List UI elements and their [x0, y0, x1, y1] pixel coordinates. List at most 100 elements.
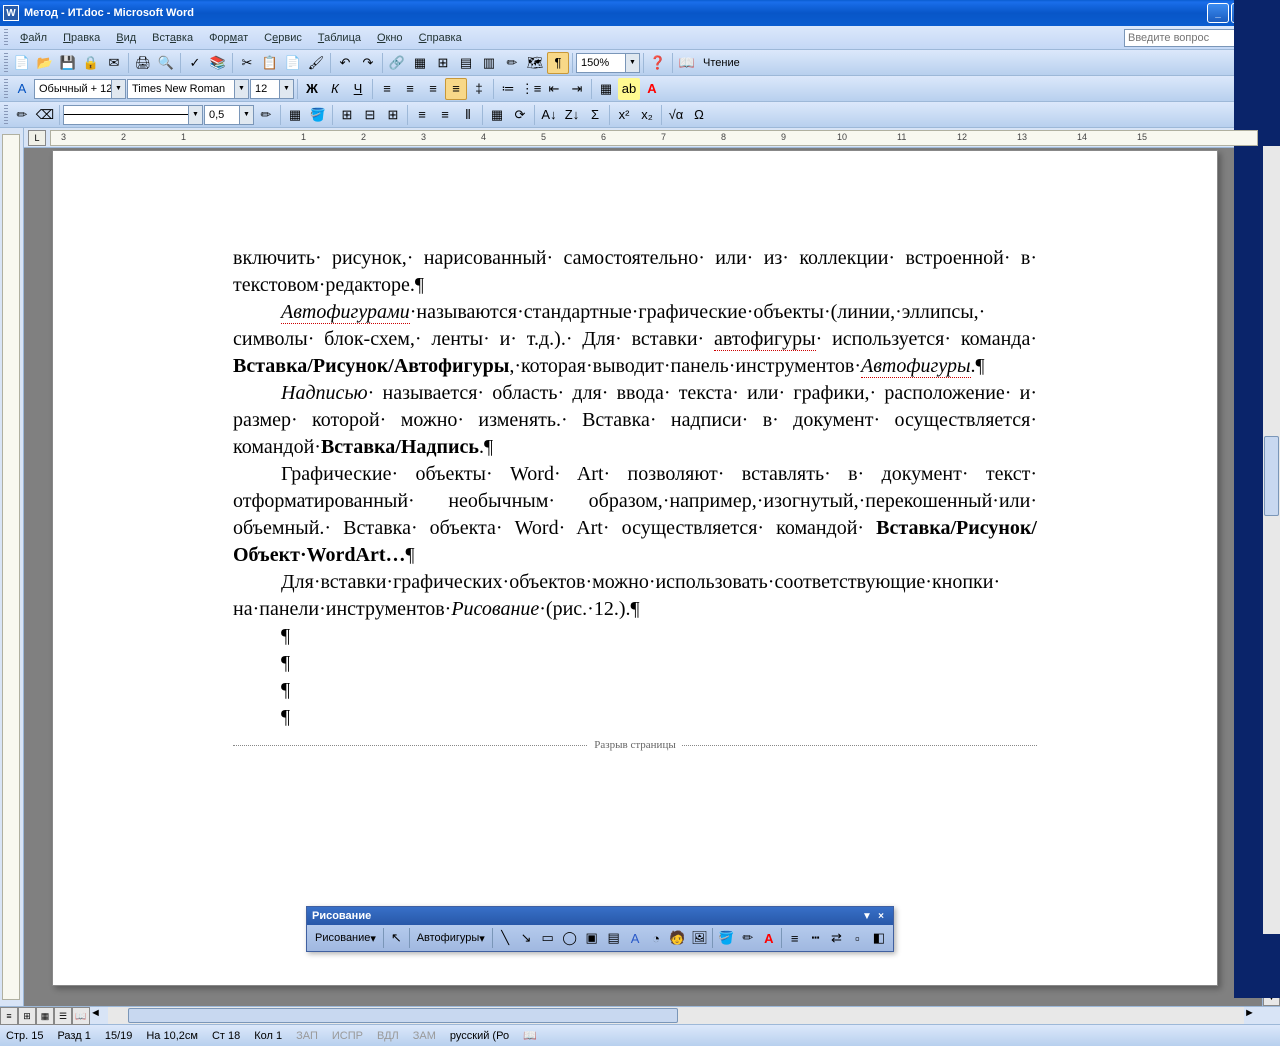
highlight-button[interactable]: ab	[618, 78, 640, 100]
minimize-button[interactable]: _	[1207, 3, 1229, 23]
arrow-style-button[interactable]: ⇄	[826, 927, 847, 949]
bullets-button[interactable]: ⋮≡	[520, 78, 542, 100]
fill-color-button[interactable]: 🪣	[715, 927, 737, 949]
draw-table-button[interactable]: ✏	[11, 104, 33, 126]
excel-button[interactable]: ▤	[455, 52, 477, 74]
oval-button[interactable]: ◯	[559, 927, 581, 949]
menu-edit[interactable]: Правка	[55, 29, 108, 47]
horizontal-ruler[interactable]: L 321 123 456 789 101112 131415	[24, 128, 1262, 148]
line-style-button[interactable]: ≡	[784, 927, 805, 949]
toolbar-handle-3[interactable]	[4, 105, 8, 125]
merge-cells-button[interactable]: ⊟	[359, 104, 381, 126]
justify-button[interactable]: ≡	[445, 78, 467, 100]
align-right-button[interactable]: ≡	[422, 78, 444, 100]
font-color-button[interactable]: A	[641, 78, 663, 100]
text-direction-button[interactable]: ⟳	[509, 104, 531, 126]
line-width-combo[interactable]: 0,5▼	[204, 105, 254, 125]
font-combo[interactable]: Times New Roman▼	[127, 79, 249, 99]
menu-file[interactable]: Файл	[12, 29, 55, 47]
line-style-combo[interactable]: ▼	[63, 105, 203, 125]
vertical-ruler[interactable]	[0, 128, 24, 1006]
arrow-button[interactable]: ↘	[516, 927, 537, 949]
copy-button[interactable]: 📋	[259, 52, 281, 74]
hyperlink-button[interactable]: 🔗	[386, 52, 408, 74]
size-combo[interactable]: 12▼	[250, 79, 294, 99]
vertical-textbox-button[interactable]: ▤	[603, 927, 625, 949]
show-marks-button[interactable]: ¶	[547, 52, 569, 74]
superscript-button[interactable]: x²	[613, 104, 635, 126]
open-button[interactable]: 📂	[34, 52, 56, 74]
sort-asc-button[interactable]: A↓	[538, 104, 560, 126]
select-objects-button[interactable]: ↖	[386, 927, 407, 949]
toolbar-handle-2[interactable]	[4, 79, 8, 99]
drawing-menu-button[interactable]: Рисование▾	[310, 927, 381, 949]
bold-button[interactable]: Ж	[301, 78, 323, 100]
split-cells-button[interactable]: ⊞	[382, 104, 404, 126]
autosum-button[interactable]: Σ	[584, 104, 606, 126]
redo-button[interactable]: ↷	[357, 52, 379, 74]
doc-map-button[interactable]: 🗺	[524, 52, 546, 74]
help-button[interactable]: ❓	[647, 52, 669, 74]
shading-color-button[interactable]: 🪣	[307, 104, 329, 126]
style-combo[interactable]: Обычный + 12 г▼	[34, 79, 126, 99]
distribute-rows-button[interactable]: ≡	[434, 104, 456, 126]
status-trk[interactable]: ИСПР	[332, 1030, 363, 1042]
document-viewport[interactable]: включить· рисунок,· нарисованный· самост…	[24, 148, 1262, 1006]
menu-format[interactable]: Формат	[201, 29, 256, 47]
spellcheck-status-icon[interactable]: 📖	[523, 1029, 537, 1042]
toolbar-close-button[interactable]: ×	[874, 911, 888, 922]
hscroll-thumb[interactable]	[128, 1008, 678, 1023]
print-view-button[interactable]: ▦	[36, 1007, 54, 1025]
menu-handle[interactable]	[4, 29, 8, 47]
drawing-toolbar[interactable]: Рисование ▼ × Рисование▾ ↖ Автофигуры▾ ╲…	[306, 906, 894, 952]
print-button[interactable]: 🖨	[132, 52, 154, 74]
menu-tools[interactable]: Сервис	[256, 29, 310, 47]
save-button[interactable]: 💾	[57, 52, 79, 74]
undo-button[interactable]: ↶	[334, 52, 356, 74]
format-painter-button[interactable]: 🖌	[305, 52, 327, 74]
scroll-thumb[interactable]	[1264, 436, 1279, 516]
styles-pane-button[interactable]: A	[11, 78, 33, 100]
line-button[interactable]: ╲	[495, 927, 516, 949]
shadow-button[interactable]: ▫	[847, 927, 868, 949]
eraser-button[interactable]: ⌫	[34, 104, 56, 126]
picture-button[interactable]: 🖼	[688, 927, 710, 949]
align-cell-button[interactable]: ≡	[411, 104, 433, 126]
align-left-button[interactable]: ≡	[376, 78, 398, 100]
reading-label[interactable]: Чтение	[699, 57, 744, 69]
print-preview-button[interactable]: 🔍	[155, 52, 177, 74]
page-content[interactable]: включить· рисунок,· нарисованный· самост…	[53, 151, 1217, 791]
menu-table[interactable]: Таблица	[310, 29, 369, 47]
cut-button[interactable]: ✂	[236, 52, 258, 74]
rectangle-button[interactable]: ▭	[537, 927, 559, 949]
subscript-button[interactable]: x₂	[636, 104, 658, 126]
sort-desc-button[interactable]: Z↓	[561, 104, 583, 126]
research-button[interactable]: 📚	[207, 52, 229, 74]
status-ext[interactable]: ВДЛ	[377, 1030, 399, 1042]
reading-icon[interactable]: 📖	[676, 52, 698, 74]
menu-help[interactable]: Справка	[411, 29, 470, 47]
drawing-button[interactable]: ✏	[501, 52, 523, 74]
tables-borders-button[interactable]: ▦	[409, 52, 431, 74]
increase-indent-button[interactable]: ⇥	[566, 78, 588, 100]
diagram-button[interactable]: ◔	[646, 927, 667, 949]
outside-border-button[interactable]: ▦	[284, 104, 306, 126]
equation-button[interactable]: √α	[665, 104, 687, 126]
italic-button[interactable]: К	[324, 78, 346, 100]
reading-view-button[interactable]: 📖	[72, 1007, 90, 1025]
clipart-button[interactable]: 🧑	[666, 927, 688, 949]
tab-selector[interactable]: L	[28, 130, 46, 146]
borders-button[interactable]: ▦	[595, 78, 617, 100]
new-button[interactable]: 📄	[11, 52, 33, 74]
permission-button[interactable]: 🔒	[80, 52, 102, 74]
font-color-button-2[interactable]: A	[758, 927, 779, 949]
menu-insert[interactable]: Вставка	[144, 29, 201, 47]
normal-view-button[interactable]: ≡	[0, 1007, 18, 1025]
line-color-button[interactable]: ✏	[737, 927, 758, 949]
drawing-toolbar-title[interactable]: Рисование ▼ ×	[307, 907, 893, 925]
3d-button[interactable]: ◧	[868, 927, 890, 949]
scroll-track[interactable]	[1263, 146, 1280, 934]
decrease-indent-button[interactable]: ⇤	[543, 78, 565, 100]
menu-window[interactable]: Окно	[369, 29, 411, 47]
numbering-button[interactable]: ≔	[497, 78, 519, 100]
